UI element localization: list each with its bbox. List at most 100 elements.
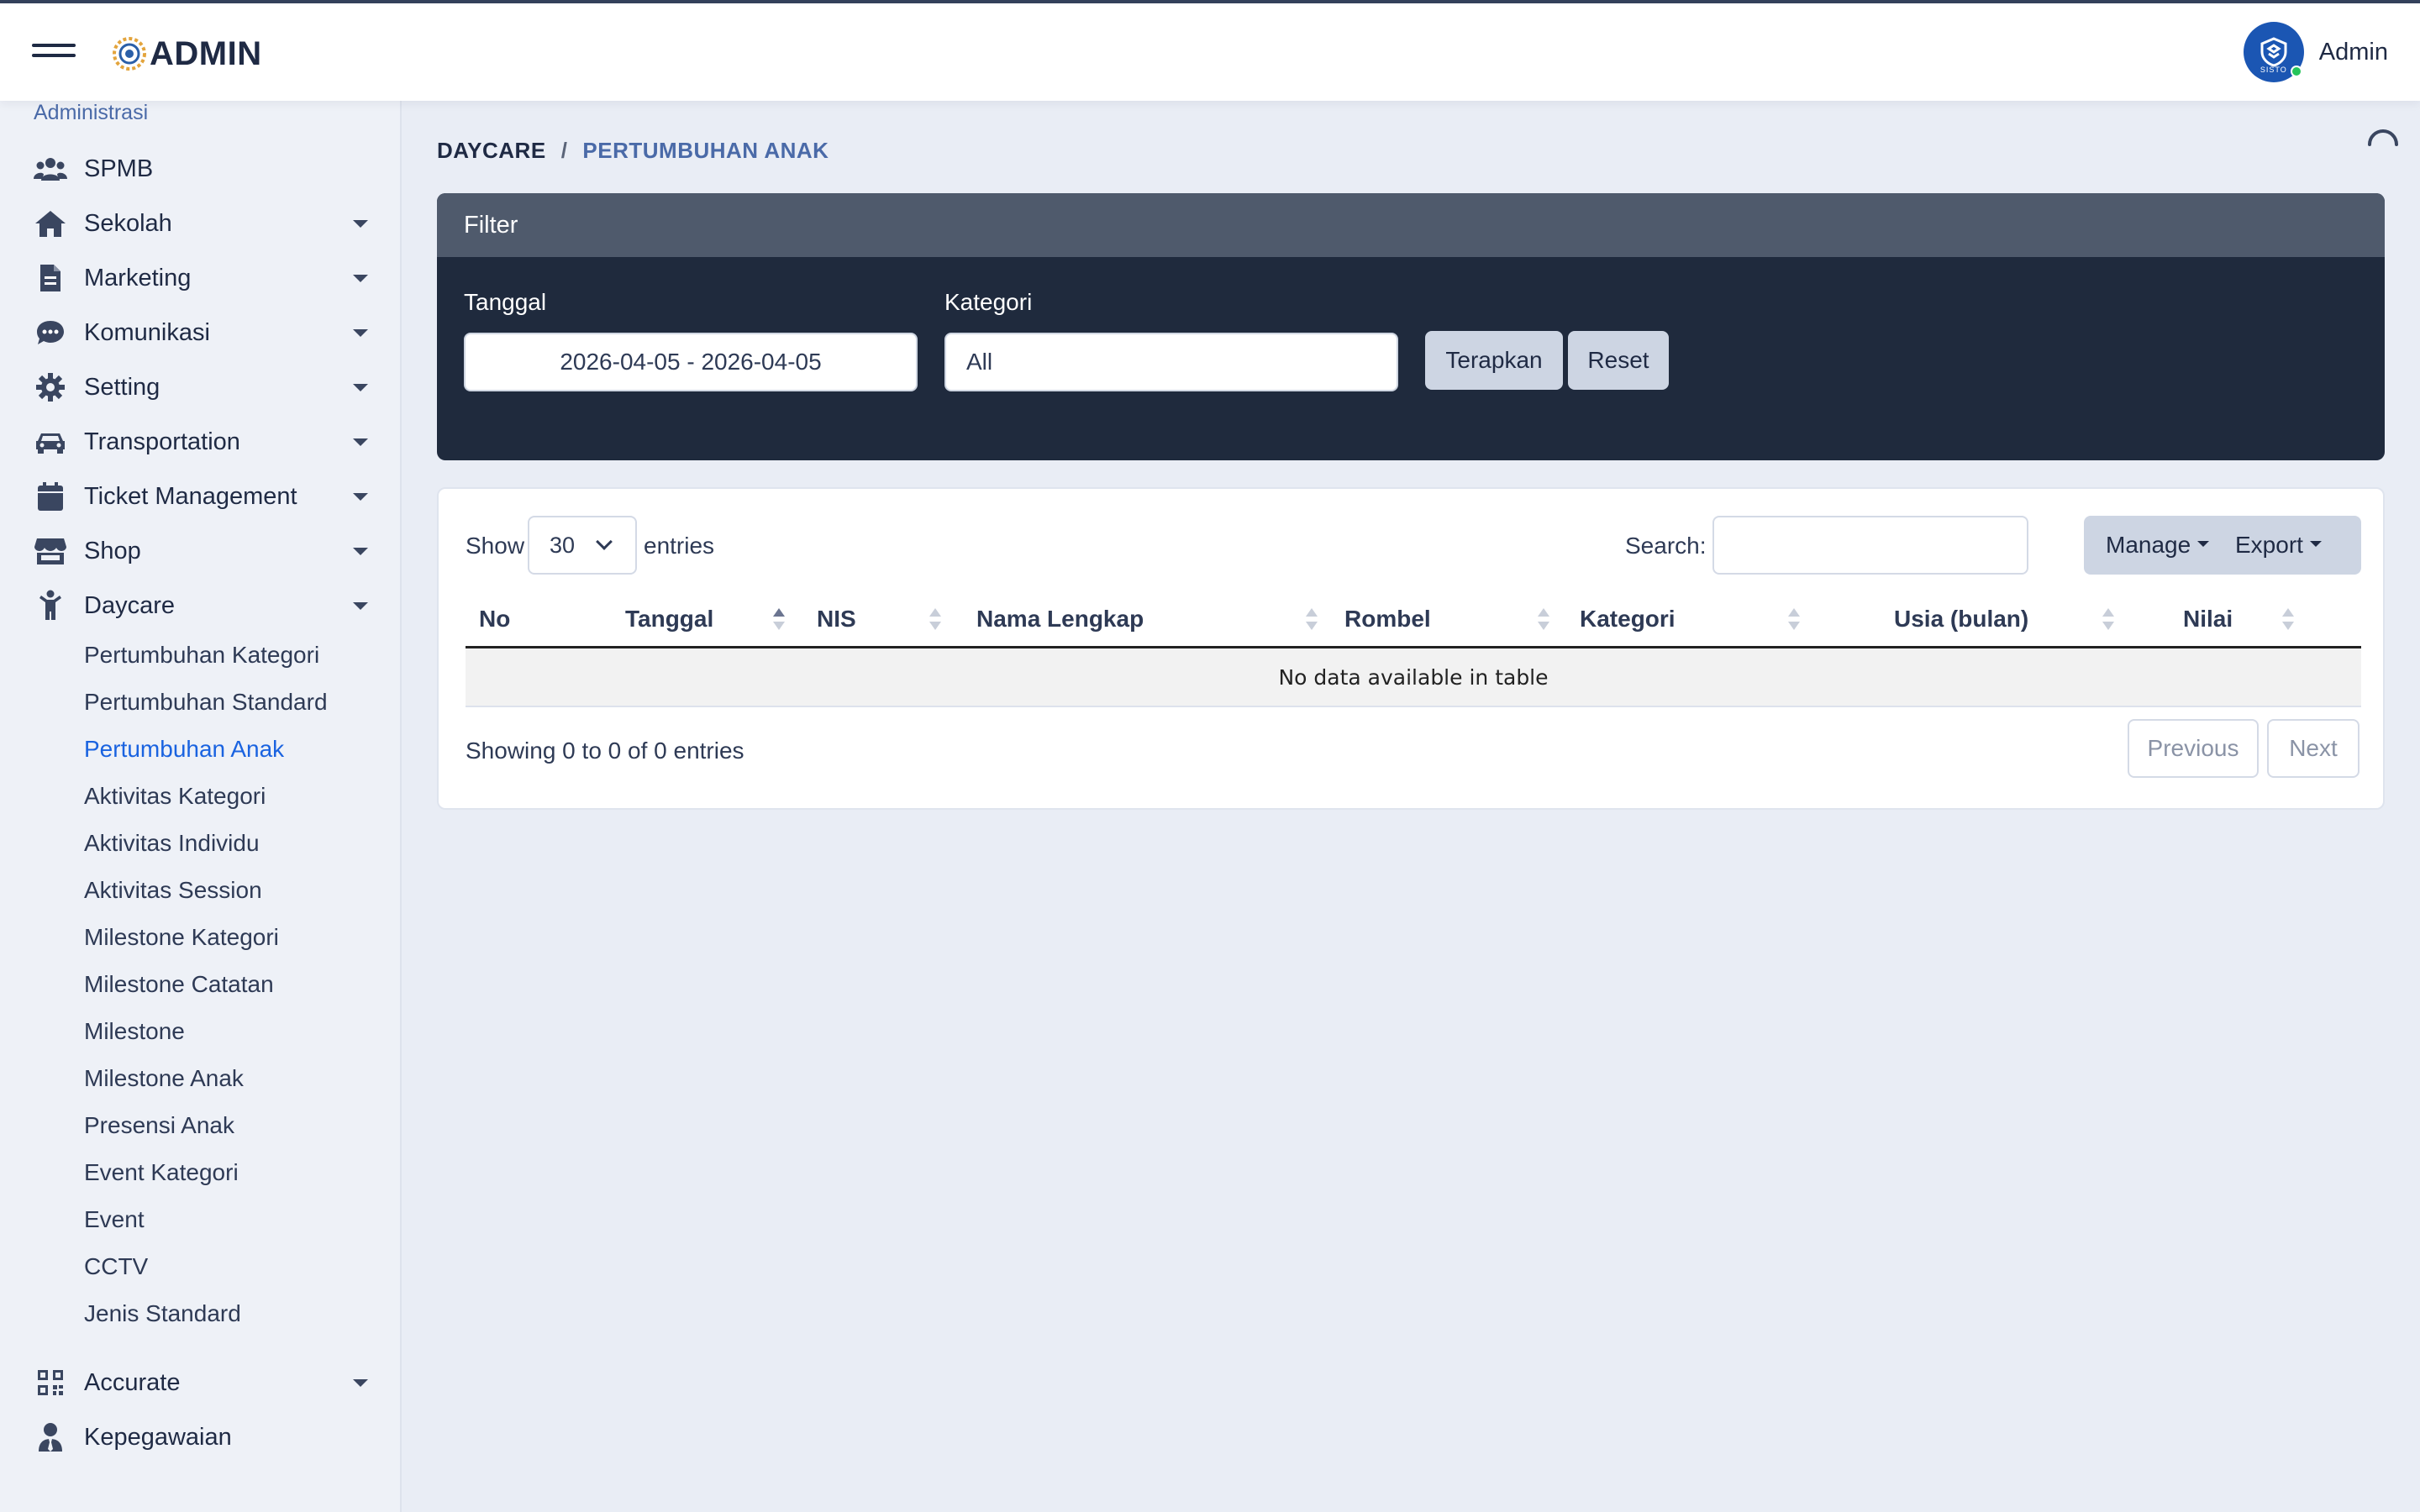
entries-length-select[interactable]: 30: [528, 516, 637, 575]
sidebar-item-label: Transportation: [84, 428, 240, 455]
sidebar-item-label: Setting: [84, 373, 160, 401]
sort-icon: [1788, 608, 1800, 632]
sidebar: Administrasi SPMB Sekolah Marketing Komu…: [0, 101, 402, 1512]
sidebar-sub-pertumbuhan-standard[interactable]: Pertumbuhan Standard: [84, 689, 328, 716]
search-input[interactable]: [1712, 516, 2028, 575]
sidebar-item-daycare[interactable]: Daycare: [0, 580, 402, 631]
sidebar-item-label: Sekolah: [84, 209, 172, 237]
column-label: Tanggal: [625, 606, 714, 632]
sidebar-sub-aktivitas-kategori[interactable]: Aktivitas Kategori: [84, 783, 266, 810]
chevron-down-icon: [353, 602, 368, 610]
breadcrumb: DAYCARE / PERTUMBUHAN ANAK: [437, 138, 829, 164]
sidebar-sub-presensi-anak[interactable]: Presensi Anak: [84, 1112, 234, 1139]
chevron-down-icon: [353, 220, 368, 228]
sidebar-item-marketing[interactable]: Marketing: [0, 253, 402, 303]
table-empty-row: No data available in table: [466, 648, 2361, 707]
avatar: SISTO: [2243, 22, 2304, 82]
reset-filter-button[interactable]: Reset: [1568, 331, 1669, 390]
sidebar-sub-milestone-kategori[interactable]: Milestone Kategori: [84, 924, 279, 951]
column-header-nis[interactable]: NIS: [817, 593, 856, 645]
previous-page-button[interactable]: Previous: [2128, 719, 2259, 778]
sidebar-item-label: Daycare: [84, 591, 175, 619]
sidebar-item-label: Ticket Management: [84, 482, 297, 510]
sidebar-item-shop[interactable]: Shop: [0, 526, 402, 576]
table-header: No Tanggal NIS Nama Lengkap Rombel Kateg…: [466, 593, 2361, 648]
sidebar-sub-milestone[interactable]: Milestone: [84, 1018, 185, 1045]
sidebar-sub-aktivitas-individu[interactable]: Aktivitas Individu: [84, 830, 260, 857]
manage-dropdown-button[interactable]: Manage: [2084, 516, 2227, 575]
sidebar-item-transportation[interactable]: Transportation: [0, 417, 402, 467]
sort-icon: [2102, 608, 2114, 632]
chat-icon: [34, 316, 67, 349]
column-header-tanggal[interactable]: Tanggal: [625, 593, 713, 645]
sidebar-item-sekolah[interactable]: Sekolah: [0, 198, 402, 249]
store-icon: [34, 534, 67, 568]
sidebar-item-komunikasi[interactable]: Komunikasi: [0, 307, 402, 358]
column-header-kategori[interactable]: Kategori: [1580, 593, 1676, 645]
column-label: No: [479, 606, 511, 632]
chevron-down-icon: [353, 493, 368, 501]
sidebar-section-label: Administrasi: [34, 101, 149, 124]
app-title: ADMIN: [150, 34, 262, 72]
column-header-rombel[interactable]: Rombel: [1344, 593, 1431, 645]
chevron-down-icon: [596, 533, 613, 550]
date-range-input[interactable]: 2026-04-05 - 2026-04-05: [464, 333, 918, 391]
main-content: DAYCARE / PERTUMBUHAN ANAK Filter Tangga…: [402, 101, 2420, 1512]
sidebar-sub-aktivitas-session[interactable]: Aktivitas Session: [84, 877, 262, 904]
column-header-usia[interactable]: Usia (bulan): [1894, 593, 2028, 645]
sort-asc-icon: [773, 608, 785, 632]
breadcrumb-parent[interactable]: DAYCARE: [437, 138, 546, 164]
sidebar-item-label: Accurate: [84, 1368, 181, 1396]
kategori-select[interactable]: All: [944, 333, 1398, 391]
apply-filter-button[interactable]: Terapkan: [1425, 331, 1563, 390]
column-header-nilai[interactable]: Nilai: [2183, 593, 2233, 645]
entries-length-value: 30: [550, 532, 576, 558]
manage-label: Manage: [2106, 532, 2191, 558]
sort-icon: [929, 608, 941, 632]
table-info: Showing 0 to 0 of 0 entries: [466, 738, 744, 764]
sidebar-sub-pertumbuhan-anak[interactable]: Pertumbuhan Anak: [84, 736, 284, 763]
sort-icon: [1538, 608, 1549, 632]
qrcode-icon: [34, 1366, 67, 1399]
users-icon: [34, 152, 67, 186]
user-menu[interactable]: SISTO Admin: [2243, 20, 2388, 84]
sidebar-item-label: Kepegawaian: [84, 1423, 232, 1451]
column-header-no[interactable]: No: [479, 593, 510, 645]
column-label: Nilai: [2183, 606, 2233, 632]
column-header-nama-lengkap[interactable]: Nama Lengkap: [976, 593, 1144, 645]
table-actions-group: Manage Export: [2084, 516, 2361, 575]
chevron-down-icon: [353, 329, 368, 337]
sidebar-item-label: SPMB: [84, 155, 154, 182]
caret-down-icon: [2197, 540, 2210, 547]
sidebar-item-label: Marketing: [84, 264, 192, 291]
brand[interactable]: ADMIN: [111, 29, 262, 79]
sidebar-item-kepegawaian[interactable]: Kepegawaian: [0, 1412, 402, 1462]
column-label: Rombel: [1344, 606, 1431, 632]
sidebar-sub-milestone-anak[interactable]: Milestone Anak: [84, 1065, 244, 1092]
tanggal-label: Tanggal: [464, 289, 547, 315]
sidebar-item-accurate[interactable]: Accurate: [0, 1357, 402, 1408]
entries-label: entries: [644, 533, 715, 559]
sidebar-sub-event[interactable]: Event: [84, 1206, 145, 1233]
column-label: Kategori: [1580, 606, 1676, 632]
sidebar-sub-event-kategori[interactable]: Event Kategori: [84, 1159, 239, 1186]
search-label: Search:: [1625, 533, 1707, 559]
sidebar-sub-cctv[interactable]: CCTV: [84, 1253, 148, 1280]
sidebar-item-spmb[interactable]: SPMB: [0, 144, 402, 194]
filter-panel: Filter Tanggal 2026-04-05 - 2026-04-05 K…: [437, 193, 2385, 460]
sidebar-sub-milestone-catatan[interactable]: Milestone Catatan: [84, 971, 274, 998]
sidebar-sub-pertumbuhan-kategori[interactable]: Pertumbuhan Kategori: [84, 642, 319, 669]
filter-title: Filter: [437, 193, 2385, 257]
home-icon: [34, 207, 67, 240]
chevron-down-icon: [353, 1379, 368, 1387]
sidebar-item-label: Komunikasi: [84, 318, 210, 346]
export-dropdown-button[interactable]: Export: [2227, 516, 2361, 575]
menu-toggle-icon[interactable]: [32, 40, 76, 60]
brand-logo-icon: [113, 37, 146, 71]
sidebar-item-ticket-management[interactable]: Ticket Management: [0, 471, 402, 522]
column-label: NIS: [817, 606, 856, 632]
kategori-label: Kategori: [944, 289, 1033, 315]
sidebar-item-setting[interactable]: Setting: [0, 362, 402, 412]
sidebar-sub-jenis-standard[interactable]: Jenis Standard: [84, 1300, 241, 1327]
next-page-button[interactable]: Next: [2267, 719, 2360, 778]
